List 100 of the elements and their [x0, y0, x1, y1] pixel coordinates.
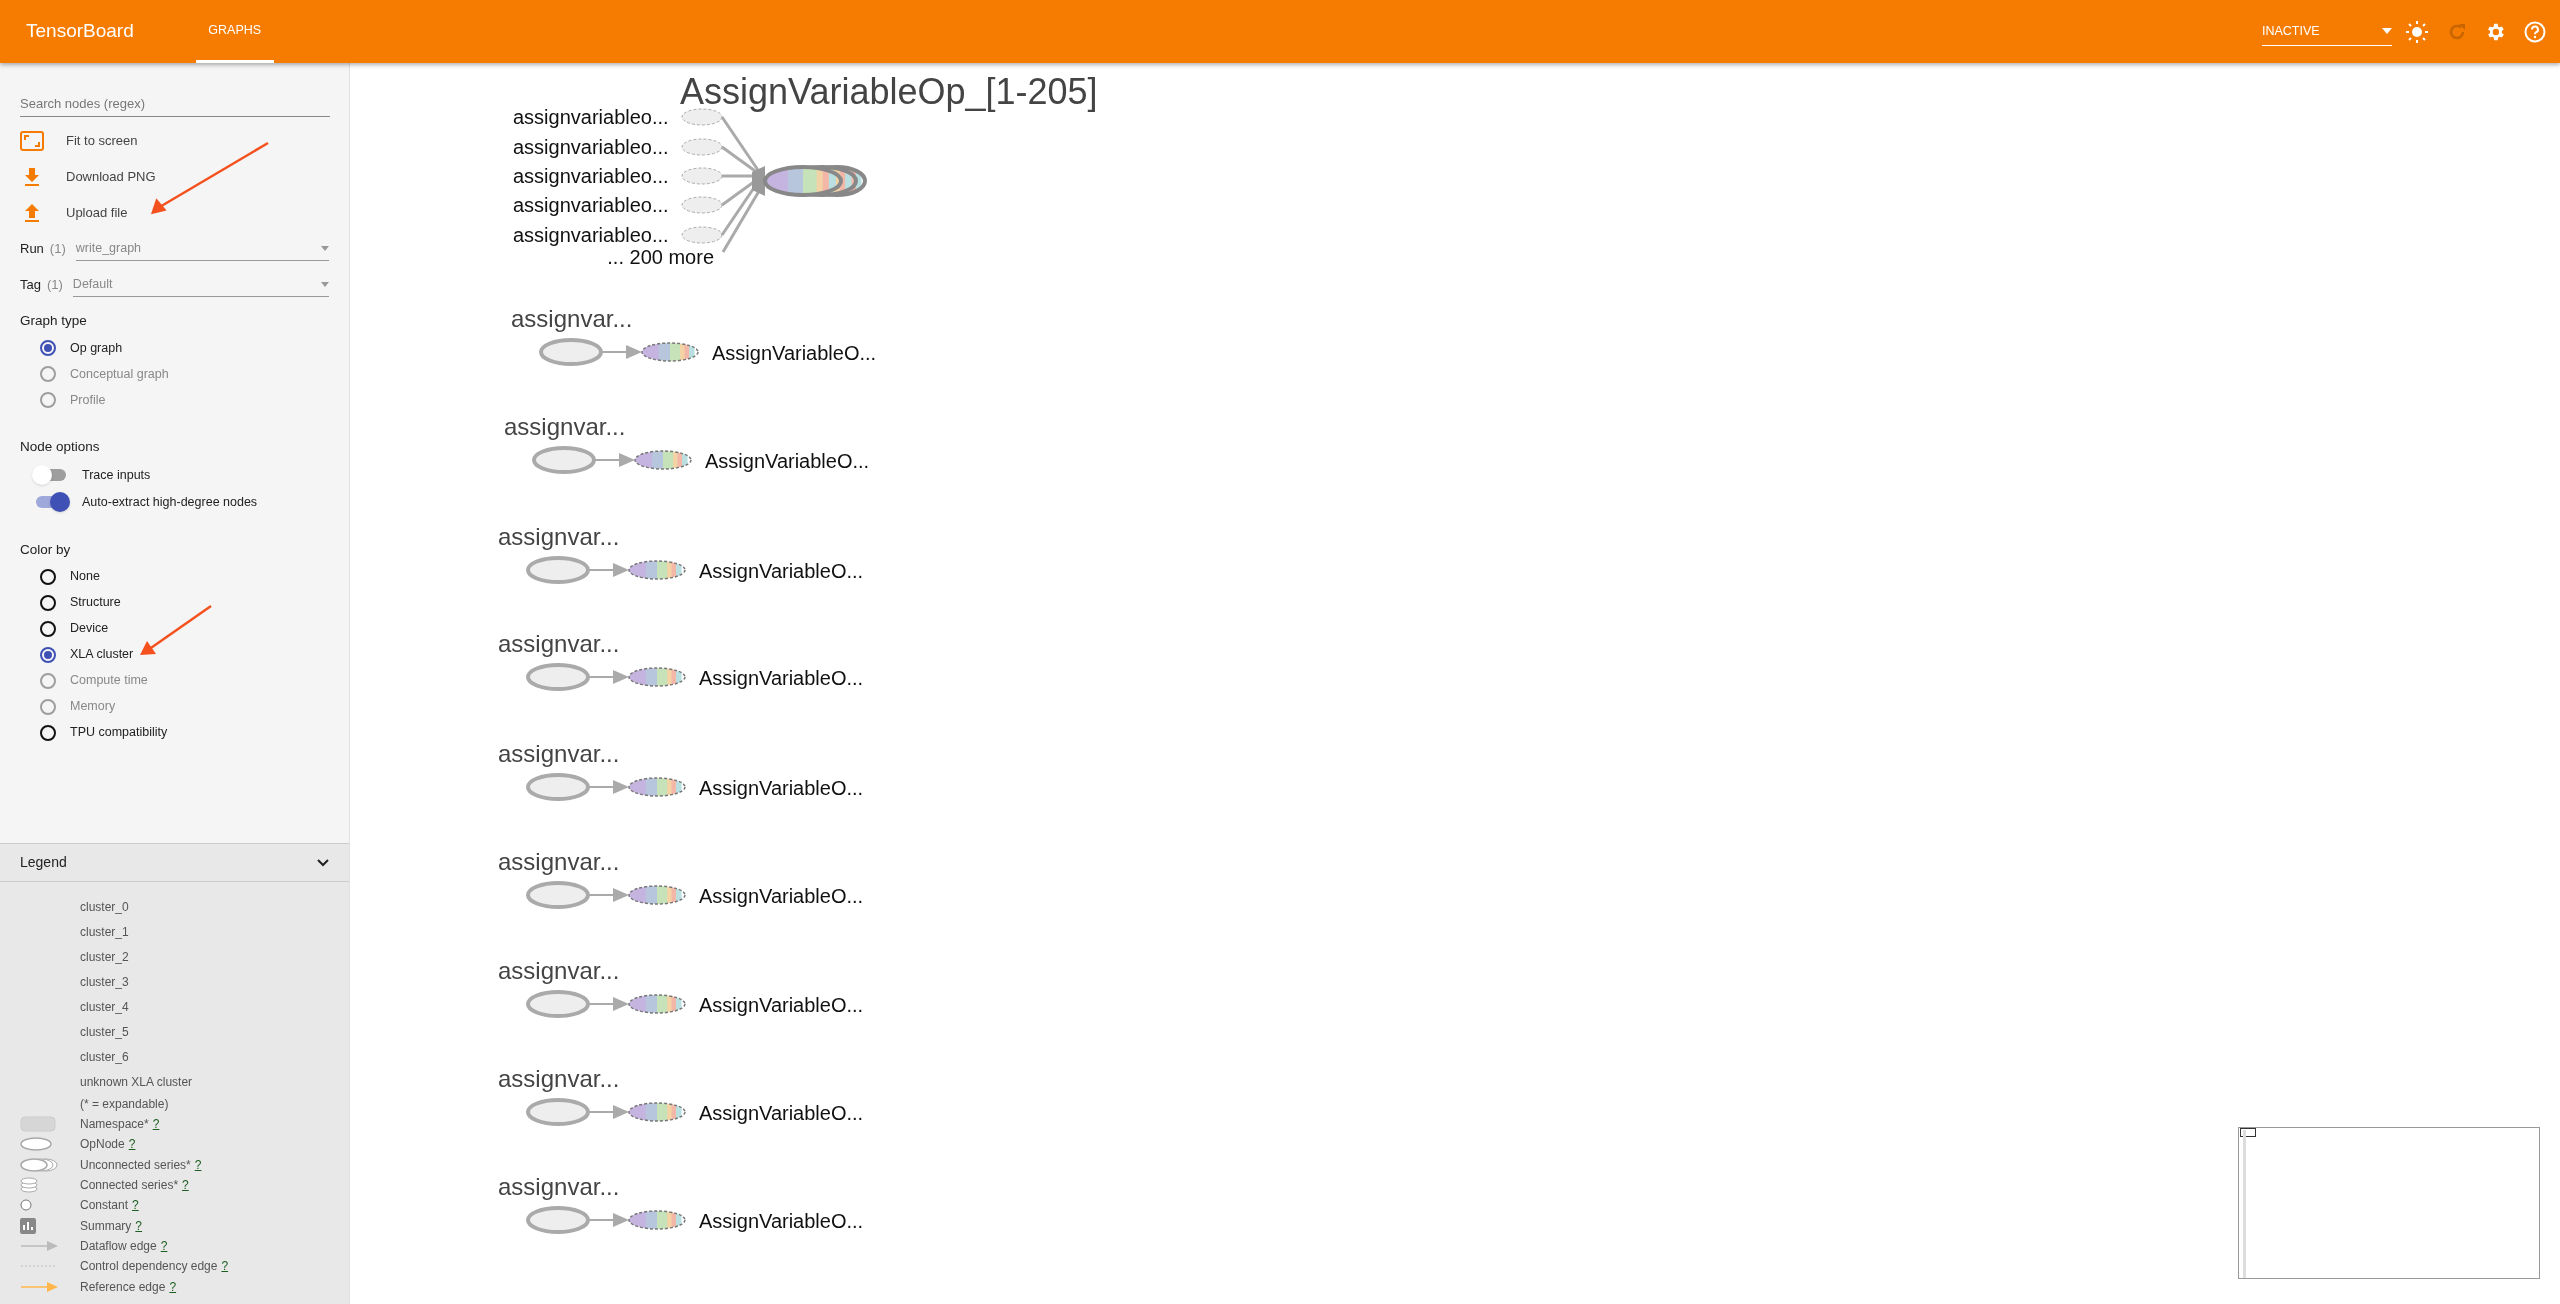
help-link[interactable]: ? — [194, 1155, 202, 1174]
graph-node[interactable] — [681, 138, 723, 156]
toggle-label: Trace inputs — [82, 466, 151, 484]
graph-node[interactable] — [539, 338, 603, 366]
series-node[interactable] — [763, 165, 867, 197]
caret-icon — [2382, 28, 2392, 34]
help-link[interactable]: ? — [160, 1236, 168, 1255]
graph-node[interactable] — [526, 1206, 590, 1234]
cluster-label: cluster_4 — [80, 998, 129, 1016]
select-label: Tag — [20, 276, 41, 295]
node-label: AssignVariableO... — [699, 667, 864, 689]
cluster-label: cluster_0 — [80, 898, 129, 916]
help-link[interactable]: ? — [221, 1257, 229, 1276]
legend-label: Constant — [80, 1197, 129, 1215]
section-title: Graph type — [20, 312, 88, 330]
section-title: Node options — [20, 438, 101, 457]
help-link[interactable]: ? — [182, 1176, 189, 1195]
series-node[interactable] — [628, 1102, 686, 1122]
upload-icon — [23, 203, 41, 223]
series-node[interactable] — [634, 450, 692, 470]
node-label: AssignVariableO... — [712, 342, 877, 364]
action-button[interactable]: Upload file — [20, 195, 329, 231]
graph-node[interactable] — [526, 556, 590, 584]
legend-label: Namespace* — [80, 1116, 149, 1134]
help-icon — [2524, 20, 2546, 43]
radio-button[interactable] — [40, 620, 56, 637]
graph-node[interactable] — [526, 773, 590, 801]
radio-button[interactable] — [40, 340, 56, 357]
radio-label: XLA cluster — [70, 646, 134, 664]
legend-label: Unconnected series* — [80, 1156, 191, 1174]
graph-node[interactable] — [681, 226, 723, 244]
graph-node[interactable] — [681, 196, 723, 214]
edge-arrow — [587, 888, 629, 902]
cluster-label: cluster_1 — [80, 923, 129, 941]
theme-button[interactable] — [2404, 18, 2430, 45]
node-label: assignvariableo... — [513, 136, 669, 158]
caret-icon — [321, 246, 329, 251]
legend-label: Dataflow edge — [80, 1237, 157, 1255]
count-label: (1) — [49, 240, 66, 259]
node-label: assignvariableo... — [513, 106, 669, 128]
node-label: assignvar... — [511, 305, 633, 332]
ellipse-stack-icon — [20, 1157, 58, 1172]
ellipse-icon — [20, 1137, 52, 1152]
node-label: assignvar... — [498, 848, 620, 875]
legend-label: Control dependency edge — [80, 1258, 218, 1276]
action-button[interactable]: Fit to screen — [20, 123, 329, 159]
app-title: TensorBoard — [26, 19, 134, 44]
radio-label: Conceptual graph — [70, 365, 169, 383]
help-link[interactable]: ? — [152, 1115, 160, 1134]
radio-label: Compute time — [70, 672, 148, 690]
edge-arrow — [587, 780, 629, 794]
graph-node[interactable] — [532, 446, 596, 474]
series-node[interactable] — [641, 342, 699, 362]
sun-icon — [2406, 20, 2428, 43]
search-field[interactable]: Search nodes (regex) — [20, 91, 330, 117]
node-label: AssignVariableO... — [705, 450, 870, 472]
series-node[interactable] — [628, 667, 686, 687]
graph-node[interactable] — [526, 663, 590, 691]
graph-node[interactable] — [526, 990, 590, 1018]
help-link[interactable]: ? — [135, 1216, 143, 1235]
edge-arrow — [600, 345, 642, 359]
edge-arrow — [587, 670, 629, 684]
help-link[interactable]: ? — [132, 1196, 139, 1215]
edge-arrow — [587, 997, 629, 1011]
refresh-icon — [2447, 21, 2467, 42]
legend-note: (* = expandable) — [80, 1096, 169, 1113]
legend-label: Summary — [80, 1217, 132, 1235]
node-label: assignvar... — [498, 957, 620, 984]
annotation-arrow — [140, 604, 212, 655]
series-node[interactable] — [628, 560, 686, 580]
radio-label: Device — [70, 620, 109, 638]
bar-chart-icon — [20, 1217, 36, 1234]
legend-label: OpNode — [80, 1136, 125, 1154]
help-link[interactable]: ? — [169, 1277, 177, 1296]
series-node[interactable] — [628, 777, 686, 797]
graph-node[interactable] — [526, 1098, 590, 1126]
radio-button[interactable] — [40, 568, 56, 585]
node-label: assignvariableo... — [513, 165, 669, 187]
legend-header[interactable]: Legend — [0, 844, 349, 882]
node-label: assignvar... — [504, 413, 626, 440]
node-label: AssignVariableO... — [699, 777, 864, 799]
series-node[interactable] — [628, 1210, 686, 1230]
node-label: AssignVariableO... — [699, 885, 864, 907]
edge-arrow — [587, 1213, 629, 1227]
edge-arrow — [587, 563, 629, 577]
series-title: AssignVariableOp_[1-205] — [680, 71, 1098, 112]
radio-button[interactable] — [40, 646, 56, 663]
section-title: Color by — [20, 540, 72, 559]
download-icon — [23, 167, 41, 187]
graph-node[interactable] — [681, 167, 723, 185]
arrow-icon — [20, 1281, 58, 1292]
help-link[interactable]: ? — [128, 1135, 136, 1154]
radio-button[interactable] — [40, 724, 56, 741]
series-node[interactable] — [628, 885, 686, 905]
graph-node[interactable] — [526, 881, 590, 909]
radio-button[interactable] — [40, 594, 56, 611]
fit-screen-icon — [20, 131, 44, 151]
series-node[interactable] — [628, 994, 686, 1014]
action-button[interactable]: Download PNG — [20, 159, 329, 195]
circle-icon — [20, 1199, 32, 1212]
